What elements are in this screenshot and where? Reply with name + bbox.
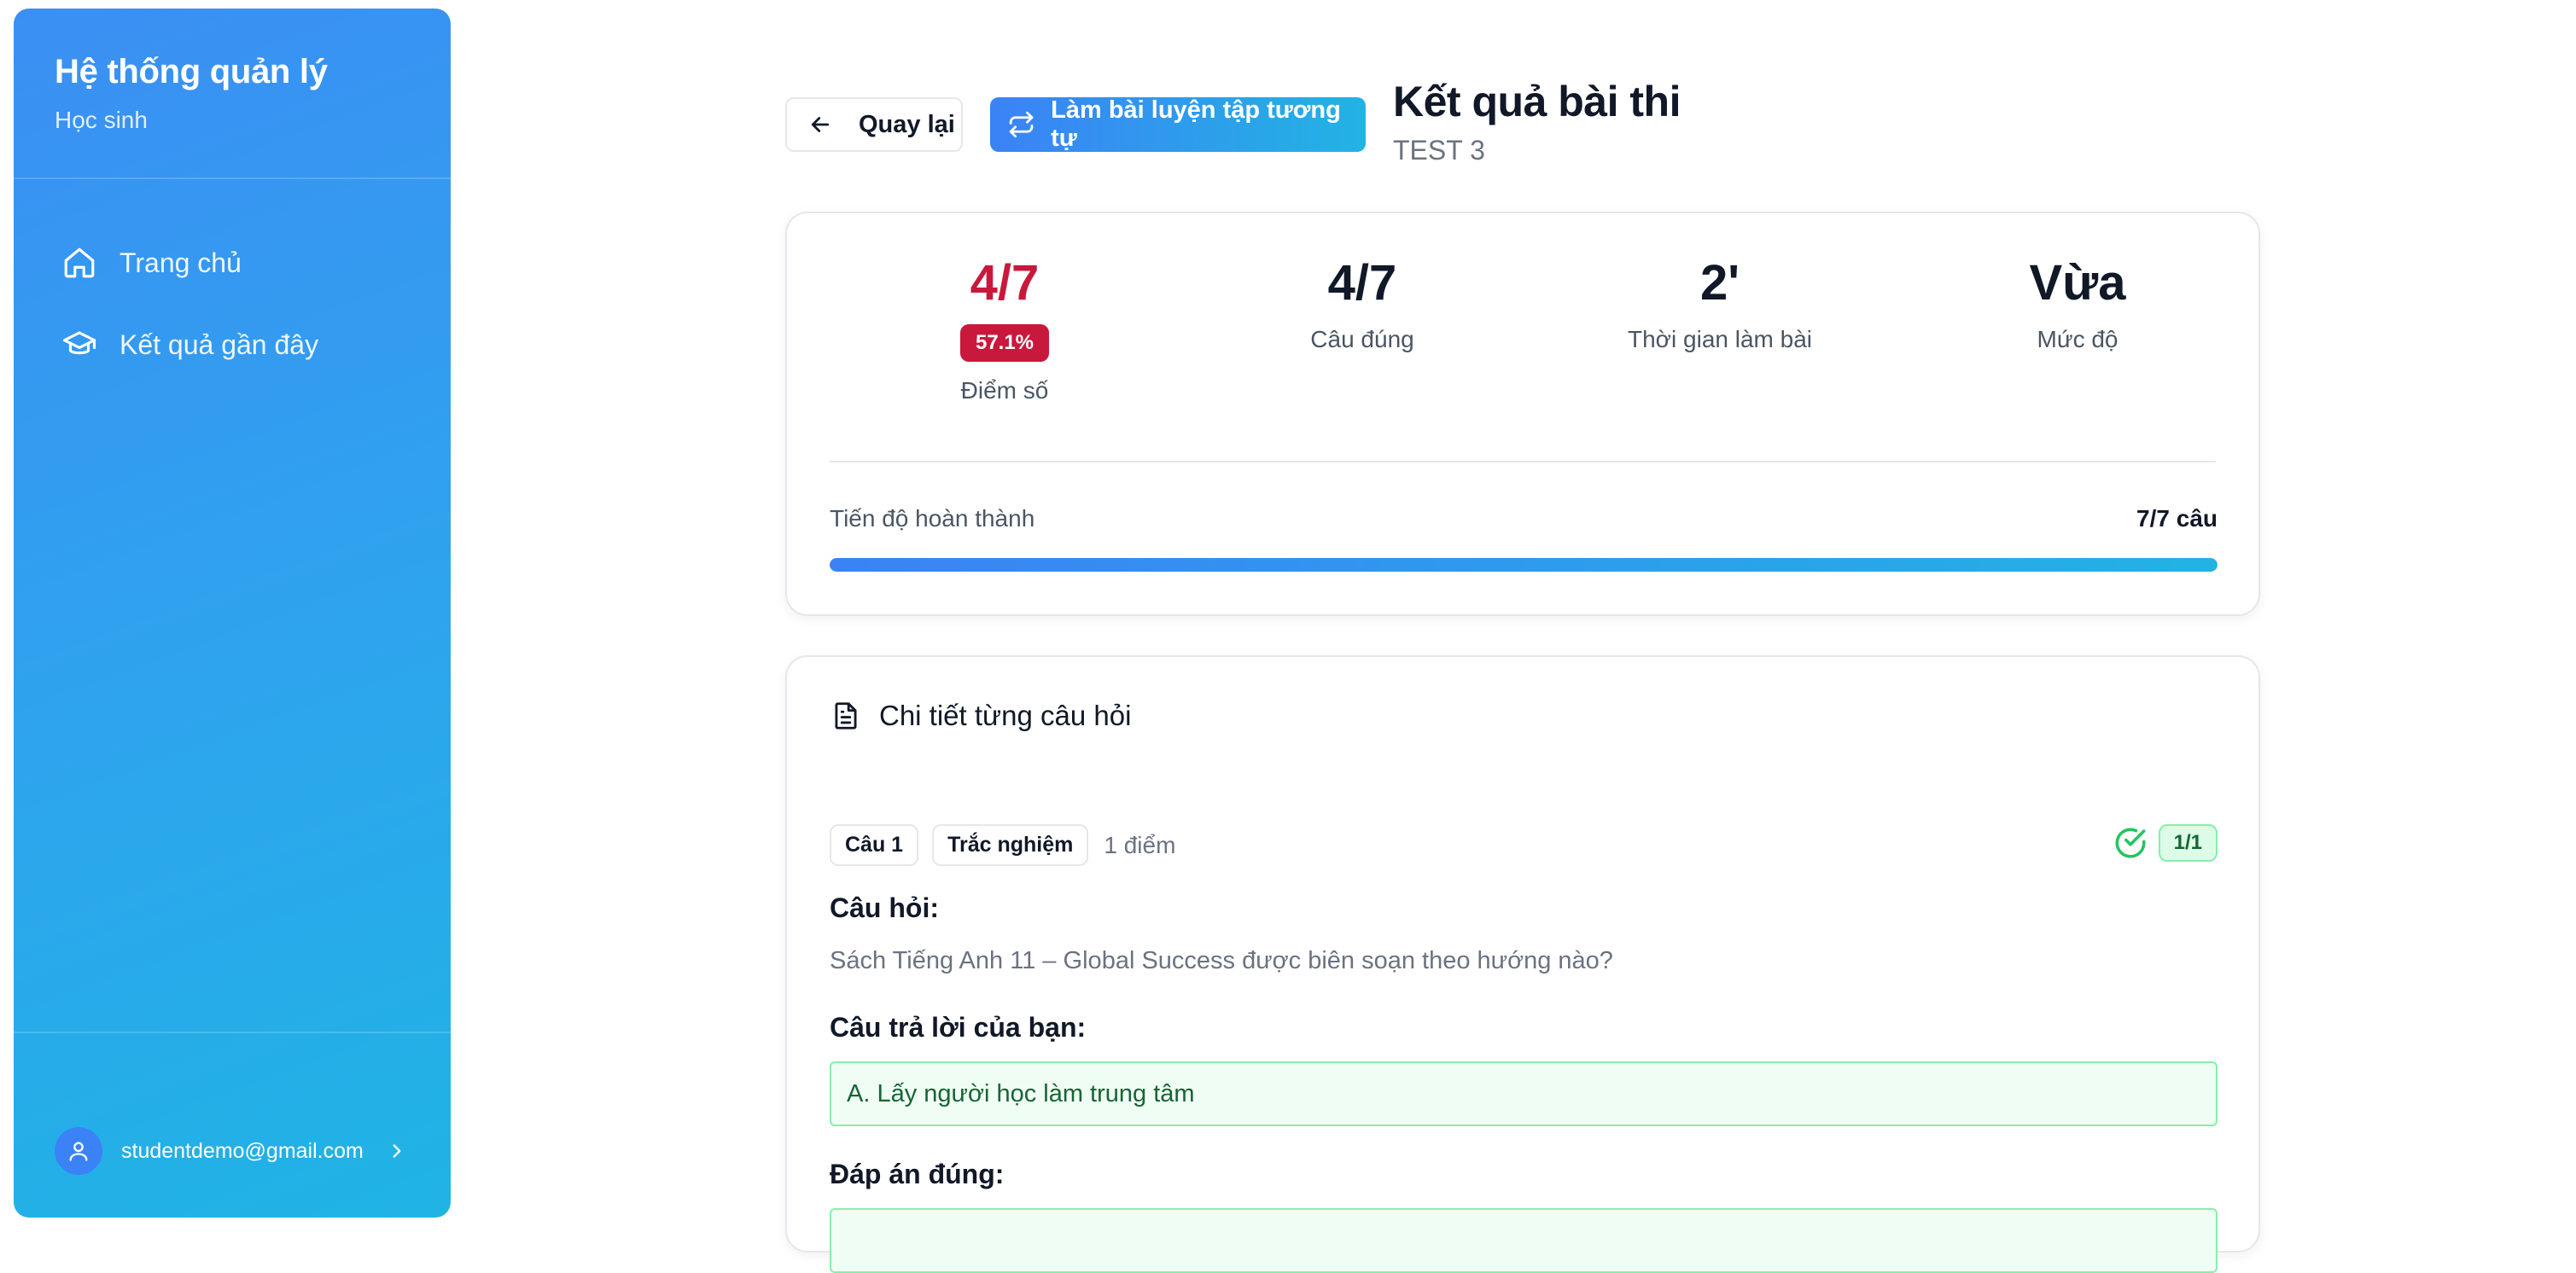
practice-button-label: Làm bài luyện tập tương tự [1051,96,1341,152]
divider [830,461,2216,462]
sidebar-item-label: Trang chủ [119,247,242,278]
correct-answer-label: Đáp án đúng: [830,1159,1005,1189]
time-value: 2' [1699,255,1740,311]
question-type-badge: Trắc nghiệm [932,824,1089,866]
question-text: Sách Tiếng Anh 11 – Global Success được … [830,947,1613,974]
question-status: 1/1 [2113,824,2218,862]
practice-similar-button[interactable]: Làm bài luyện tập tương tự [990,96,1366,152]
your-answer-label: Câu trả lời của bạn: [830,1012,1087,1043]
correct-label: Câu đúng [1310,325,1414,352]
user-role: Học sinh [55,107,148,133]
repeat-icon [1009,111,1034,138]
home-icon [64,247,95,278]
stat-level: Vừa Mức độ [1898,256,2257,353]
question-meta: Câu 1 Trắc nghiệm 1 điểm [830,824,1175,866]
correct-value: 4/7 [1327,255,1397,311]
score-value: 4/7 [970,255,1040,311]
graduation-cap-icon [62,331,96,355]
result-summary-card: 4/7 57.1% Điểm số 4/7 Câu đúng 2' Thời g… [785,212,2260,616]
user-icon [69,1142,88,1161]
time-label: Thời gian làm bài [1627,325,1812,352]
question-detail-card: Chi tiết từng câu hỏi Câu 1 Trắc nghiệm … [785,655,2260,1273]
progress-count: 7/7 câu [2136,505,2218,532]
sidebar-nav: Trang chủ Kết quả gần đây [14,179,451,386]
score-label: Điểm số [960,376,1049,404]
stat-correct: 4/7 Câu đúng [1183,256,1542,353]
page-title: Kết quả bài thi [1393,78,1681,125]
user-email: studentdemo@gmail.com [121,1138,364,1163]
question-score-badge: 1/1 [2158,824,2218,862]
avatar [55,1127,102,1175]
back-button[interactable]: Quay lại [785,97,963,152]
progress-bar [830,558,2218,572]
correct-answer-box [830,1208,2218,1273]
detail-heading: Chi tiết từng câu hỏi [830,700,1131,732]
level-value: Vừa [2029,255,2126,311]
arrow-left-icon [811,117,830,132]
stat-time: 2' Thời gian làm bài [1541,256,1899,353]
sidebar: Hệ thống quản lý Học sinh Trang chủ Kết … [14,9,451,1218]
sidebar-item-recent-results[interactable]: Kết quả gần đây [14,304,451,386]
question-number-badge: Câu 1 [830,824,919,866]
detail-heading-text: Chi tiết từng câu hỏi [879,700,1132,731]
stat-score: 4/7 57.1% Điểm số [825,256,1184,404]
question-points: 1 điểm [1104,831,1176,858]
score-percent-badge: 57.1% [959,323,1050,362]
back-button-label: Quay lại [859,110,955,138]
user-menu[interactable]: studentdemo@gmail.com [14,1032,451,1218]
your-answer-box: A. Lấy người học làm trung tâm [830,1061,2218,1126]
sidebar-item-home[interactable]: Trang chủ [14,222,451,304]
question-label: Câu hỏi: [830,892,939,923]
test-name: TEST 3 [1393,135,1485,166]
progress-bar-fill [830,558,2218,572]
sidebar-item-label: Kết quả gần đây [119,328,319,360]
level-label: Mức độ [2037,325,2118,352]
document-icon [835,702,857,730]
progress-label: Tiến độ hoàn thành [830,505,1035,532]
app-title: Hệ thống quản lý [55,53,328,90]
check-circle-icon [2115,828,2146,858]
sidebar-header: Hệ thống quản lý Học sinh [14,9,451,179]
chevron-right-icon [393,1144,401,1158]
